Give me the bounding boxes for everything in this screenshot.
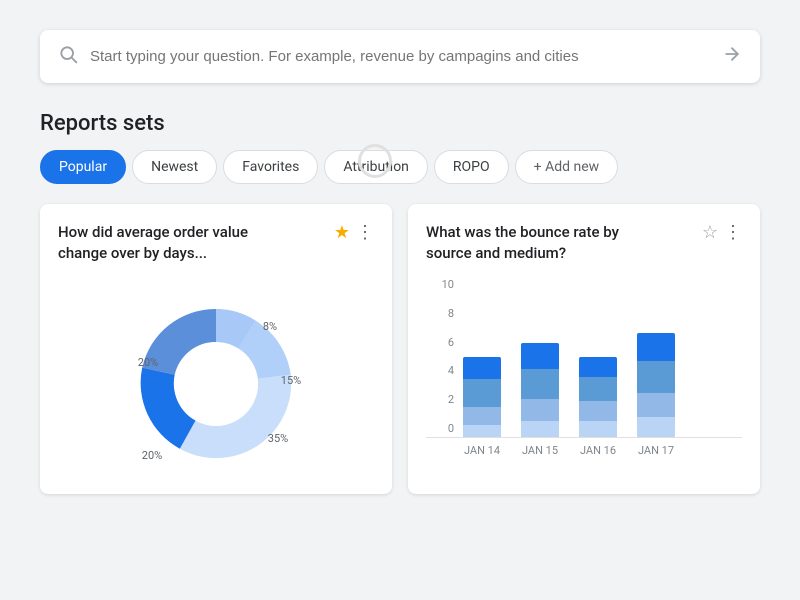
- bar-chart-area: 10 8 6 4 2 0: [426, 278, 742, 438]
- donut-label-35: 35%: [268, 432, 288, 445]
- card2-header: What was the bounce rate by source and m…: [426, 222, 742, 264]
- y-label-8: 8: [426, 307, 454, 320]
- bar-seg-jan17-4: [637, 333, 675, 361]
- bar-seg-jan15-4: [521, 343, 559, 369]
- card1-header: How did average order value change over …: [58, 222, 374, 264]
- bar-group-jan14: [462, 357, 502, 437]
- cards-row: How did average order value change over …: [40, 204, 760, 494]
- bar-stack-jan17: [637, 333, 675, 437]
- filter-tabs: Popular Newest Favorites Attribution ROP…: [40, 150, 760, 184]
- bar-seg-jan14-4: [463, 357, 501, 379]
- card-order-value: How did average order value change over …: [40, 204, 392, 494]
- card1-more-icon[interactable]: ⋮: [356, 222, 374, 243]
- bar-seg-jan15-3: [521, 369, 559, 399]
- tab-ropo[interactable]: ROPO: [434, 150, 509, 184]
- card-bounce-rate: What was the bounce rate by source and m…: [408, 204, 760, 494]
- bar-seg-jan17-2: [637, 393, 675, 417]
- bar-seg-jan14-2: [463, 407, 501, 425]
- tab-popular[interactable]: Popular: [40, 150, 126, 184]
- tab-favorites[interactable]: Favorites: [223, 150, 318, 184]
- bar-seg-jan14-3: [463, 379, 501, 407]
- bar-group-jan15: [520, 343, 560, 437]
- card1-chart: 8% 15% 35% 20% 20%: [58, 274, 374, 494]
- tab-add-new[interactable]: + Add new: [515, 150, 619, 184]
- bar-stack-jan15: [521, 343, 559, 437]
- bar-seg-jan15-2: [521, 399, 559, 421]
- bar-seg-jan15-1: [521, 421, 559, 437]
- donut-label-8: 8%: [263, 320, 277, 333]
- x-axis-labels: JAN 14 JAN 15 JAN 16 JAN 17: [426, 444, 742, 457]
- search-bar: [40, 30, 760, 83]
- reports-heading: Reports sets: [40, 111, 760, 136]
- donut-hole: [174, 342, 258, 426]
- donut-label-20a: 20%: [142, 449, 162, 462]
- card1-title: How did average order value change over …: [58, 222, 288, 264]
- x-label-jan15: JAN 15: [520, 444, 560, 457]
- bar-group-jan17: [636, 333, 676, 437]
- card2-chart: 10 8 6 4 2 0: [426, 274, 742, 457]
- donut-label-15: 15%: [281, 374, 301, 387]
- card2-actions: ☆ ⋮: [702, 222, 742, 243]
- bar-seg-jan16-1: [579, 421, 617, 437]
- y-label-10: 10: [426, 278, 454, 291]
- y-label-6: 6: [426, 336, 454, 349]
- bar-seg-jan16-2: [579, 401, 617, 421]
- card2-more-icon[interactable]: ⋮: [724, 222, 742, 243]
- search-icon: [58, 44, 78, 69]
- bar-seg-jan16-4: [579, 357, 617, 377]
- x-label-jan16: JAN 16: [578, 444, 618, 457]
- tab-spinner: [358, 144, 392, 178]
- card1-actions: ★ ⋮: [334, 222, 374, 243]
- card2-star-icon[interactable]: ☆: [702, 222, 718, 243]
- x-label-jan14: JAN 14: [462, 444, 502, 457]
- y-label-0: 0: [426, 422, 454, 435]
- y-axis-labels: 10 8 6 4 2 0: [426, 278, 454, 437]
- search-submit-button[interactable]: [712, 44, 742, 69]
- bar-seg-jan16-3: [579, 377, 617, 401]
- donut-label-20b: 20%: [138, 356, 158, 369]
- bar-stack-jan16: [579, 357, 617, 437]
- tab-newest[interactable]: Newest: [132, 150, 217, 184]
- card1-star-icon[interactable]: ★: [334, 222, 350, 243]
- bar-seg-jan14-1: [463, 425, 501, 437]
- search-input[interactable]: [90, 48, 712, 65]
- bar-stack-jan14: [463, 357, 501, 437]
- page-wrapper: Reports sets Popular Newest Favorites At…: [0, 0, 800, 514]
- x-label-jan17: JAN 17: [636, 444, 676, 457]
- bar-seg-jan17-3: [637, 361, 675, 393]
- card2-title: What was the bounce rate by source and m…: [426, 222, 656, 264]
- y-label-2: 2: [426, 393, 454, 406]
- bar-seg-jan17-1: [637, 417, 675, 437]
- y-label-4: 4: [426, 364, 454, 377]
- bar-group-jan16: [578, 357, 618, 437]
